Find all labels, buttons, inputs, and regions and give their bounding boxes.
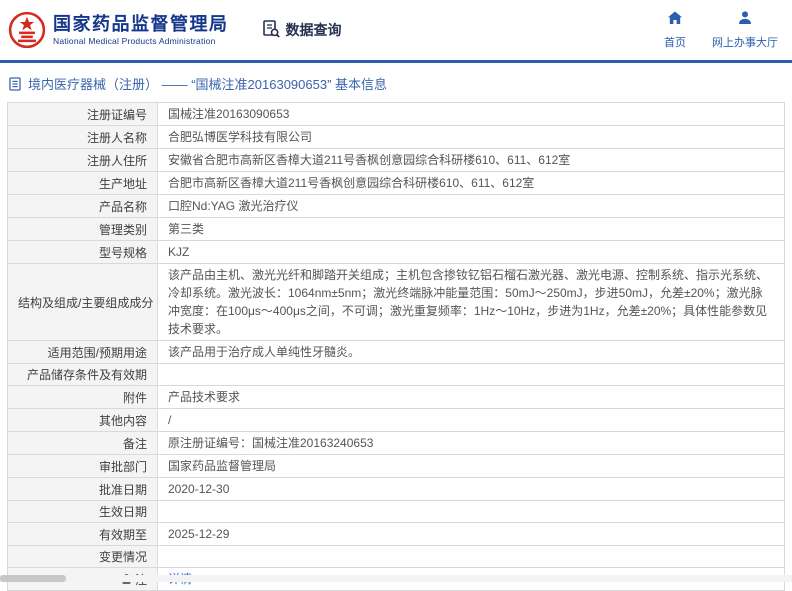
info-table: 注册证编号 国械注准20163090653 注册人名称 合肥弘博医学科技有限公司… xyxy=(7,102,785,591)
breadcrumb: 境内医疗器械（注册） —— “国械注准20163090653” 基本信息 xyxy=(0,63,792,102)
row-label-cell: 注册人住所 xyxy=(8,149,158,172)
row-value: 国家药品监督管理局 xyxy=(158,455,785,478)
table-row: 产品储存条件及有效期 xyxy=(8,364,785,386)
row-label-cell: 附件 xyxy=(8,386,158,409)
table-row: 生产地址 合肥市高新区香樟大道211号香枫创意园综合科研楼610、611、612… xyxy=(8,172,785,195)
row-value: 安徽省合肥市高新区香樟大道211号香枫创意园综合科研楼610、611、612室 xyxy=(158,149,785,172)
data-query-nav[interactable]: 数据查询 xyxy=(261,19,342,42)
table-row: 附件 产品技术要求 xyxy=(8,386,785,409)
user-icon xyxy=(737,10,753,31)
row-value: 第三类 xyxy=(158,218,785,241)
row-value: 口腔Nd:YAG 激光治疗仪 xyxy=(158,195,785,218)
row-value: 合肥弘博医学科技有限公司 xyxy=(158,126,785,149)
document-search-icon xyxy=(261,19,281,42)
document-icon xyxy=(8,77,22,91)
table-row: 管理类别 第三类 xyxy=(8,218,785,241)
table-row: 有效期至 2025-12-29 xyxy=(8,523,785,546)
row-value xyxy=(158,501,785,523)
row-value: 该产品由主机、激光光纤和脚踏开关组成；主机包含掺钕钇铝石榴石激光器、激光电源、控… xyxy=(158,264,785,341)
row-label-cell: 管理类别 xyxy=(8,218,158,241)
row-value: 合肥市高新区香樟大道211号香枫创意园综合科研楼610、611、612室 xyxy=(158,172,785,195)
row-label-cell: 有效期至 xyxy=(8,523,158,546)
row-label-cell: 注册证编号 xyxy=(8,103,158,126)
nav-service-hall[interactable]: 网上办事大厅 xyxy=(712,10,778,50)
scrollbar-thumb[interactable] xyxy=(0,575,66,582)
agency-name-en: National Medical Products Administration xyxy=(53,36,229,46)
national-emblem-logo xyxy=(8,11,46,49)
horizontal-scrollbar[interactable] xyxy=(0,575,792,582)
table-row: 批准日期 2020-12-30 xyxy=(8,478,785,501)
row-label: 产品储存条件及有效期 xyxy=(27,368,147,382)
row-value xyxy=(158,546,785,568)
info-table-body: 注册证编号 国械注准20163090653 注册人名称 合肥弘博医学科技有限公司… xyxy=(8,103,785,591)
row-label: 管理类别 xyxy=(99,223,147,237)
site-header: 国家药品监督管理局 National Medical Products Admi… xyxy=(0,0,792,60)
row-label: 适用范围/预期用途 xyxy=(48,346,147,360)
row-label-cell: 注册人名称 xyxy=(8,126,158,149)
table-row: 变更情况 xyxy=(8,546,785,568)
row-label: 结构及组成/主要组成成分 xyxy=(18,296,153,310)
row-label-cell: 生效日期 xyxy=(8,501,158,523)
row-label: 备注 xyxy=(123,437,147,451)
row-value: 国械注准20163090653 xyxy=(158,103,785,126)
row-label-cell: 适用范围/预期用途 xyxy=(8,341,158,364)
agency-brand[interactable]: 国家药品监督管理局 National Medical Products Admi… xyxy=(8,11,229,49)
table-row: 注册证编号 国械注准20163090653 xyxy=(8,103,785,126)
row-label: 审批部门 xyxy=(99,460,147,474)
row-value: / xyxy=(158,409,785,432)
nav-home[interactable]: 首页 xyxy=(664,10,686,50)
row-label-cell: 产品名称 xyxy=(8,195,158,218)
table-row: 结构及组成/主要组成成分 该产品由主机、激光光纤和脚踏开关组成；主机包含掺钕钇铝… xyxy=(8,264,785,341)
breadcrumb-text: 境内医疗器械（注册） —— “国械注准20163090653” 基本信息 xyxy=(28,74,387,93)
nav-home-label: 首页 xyxy=(664,34,686,50)
table-row: 审批部门 国家药品监督管理局 xyxy=(8,455,785,478)
row-label: 其他内容 xyxy=(99,414,147,428)
row-label: 附件 xyxy=(123,391,147,405)
table-row: 产品名称 口腔Nd:YAG 激光治疗仪 xyxy=(8,195,785,218)
nav-service-hall-label: 网上办事大厅 xyxy=(712,34,778,50)
table-row: 其他内容 / xyxy=(8,409,785,432)
row-label-cell: 产品储存条件及有效期 xyxy=(8,364,158,386)
row-label: 产品名称 xyxy=(99,200,147,214)
row-label-cell: 生产地址 xyxy=(8,172,158,195)
row-label: 变更情况 xyxy=(99,550,147,564)
row-label-cell: 其他内容 xyxy=(8,409,158,432)
row-label: 注册人住所 xyxy=(87,154,147,168)
home-icon xyxy=(667,10,683,31)
data-query-label: 数据查询 xyxy=(286,20,342,40)
row-label: 批准日期 xyxy=(99,483,147,497)
row-value: 产品技术要求 xyxy=(158,386,785,409)
table-row: 备注 原注册证编号：国械注准20163240653 xyxy=(8,432,785,455)
table-row: 注册人名称 合肥弘博医学科技有限公司 xyxy=(8,126,785,149)
table-row: 适用范围/预期用途 该产品用于治疗成人单纯性牙髓炎。 xyxy=(8,341,785,364)
row-label-cell: 变更情况 xyxy=(8,546,158,568)
row-label: 生产地址 xyxy=(99,177,147,191)
row-label-cell: 结构及组成/主要组成成分 xyxy=(8,264,158,341)
table-row: 生效日期 xyxy=(8,501,785,523)
row-value xyxy=(158,364,785,386)
row-label: 有效期至 xyxy=(99,528,147,542)
row-value: 原注册证编号：国械注准20163240653 xyxy=(158,432,785,455)
row-label-cell: 型号规格 xyxy=(8,241,158,264)
row-value: 该产品用于治疗成人单纯性牙髓炎。 xyxy=(158,341,785,364)
row-label-cell: 批准日期 xyxy=(8,478,158,501)
row-value: KJZ xyxy=(158,241,785,264)
row-label: 注册证编号 xyxy=(87,108,147,122)
row-label-cell: 审批部门 xyxy=(8,455,158,478)
row-label: 生效日期 xyxy=(99,505,147,519)
brand-text: 国家药品监督管理局 National Medical Products Admi… xyxy=(53,14,229,47)
row-label: 型号规格 xyxy=(99,246,147,260)
table-row: 注册人住所 安徽省合肥市高新区香樟大道211号香枫创意园综合科研楼610、611… xyxy=(8,149,785,172)
row-value: 2025-12-29 xyxy=(158,523,785,546)
table-row: 型号规格 KJZ xyxy=(8,241,785,264)
agency-name-cn: 国家药品监督管理局 xyxy=(53,14,229,35)
row-label-cell: 备注 xyxy=(8,432,158,455)
row-label: 注册人名称 xyxy=(87,131,147,145)
row-value: 2020-12-30 xyxy=(158,478,785,501)
